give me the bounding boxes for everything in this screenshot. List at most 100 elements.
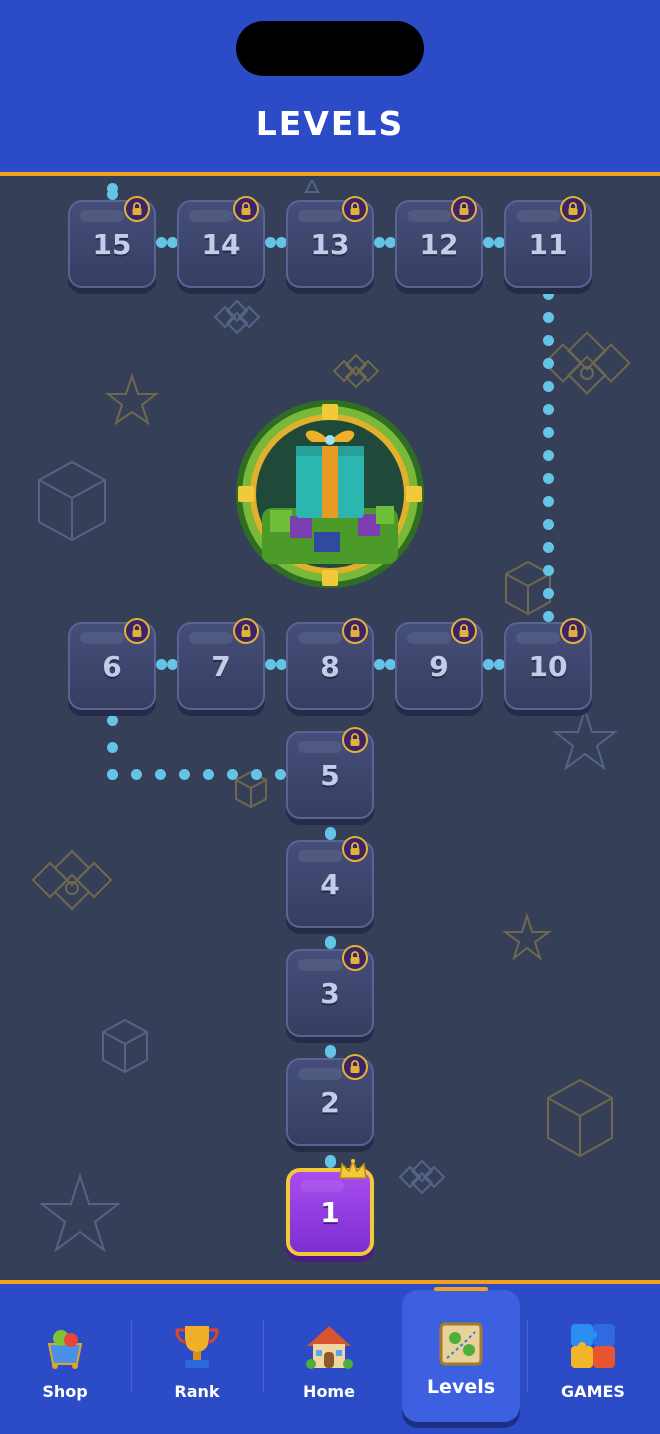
level-tile-2[interactable]: 2	[286, 1054, 374, 1146]
nav-home[interactable]: Home	[270, 1292, 388, 1420]
level-number: 9	[429, 649, 449, 683]
nav-shop[interactable]: Shop	[6, 1292, 124, 1420]
nav-games[interactable]: GAMES	[534, 1292, 652, 1420]
lock-icon	[560, 196, 586, 222]
nav-levels[interactable]: Levels	[402, 1287, 520, 1422]
nav-label: GAMES	[561, 1382, 625, 1401]
lock-icon	[342, 727, 368, 753]
bottom-navigation: Shop Rank Home Levels GAMES	[0, 1280, 660, 1434]
nav-label: Shop	[42, 1382, 88, 1401]
nav-divider	[131, 1320, 132, 1392]
level-tile-6[interactable]: 6	[68, 618, 156, 710]
lock-icon	[233, 618, 259, 644]
level-tile-14[interactable]: 14	[177, 196, 265, 288]
path-dot	[324, 826, 336, 838]
map-icon	[439, 1322, 483, 1366]
lock-icon	[342, 836, 368, 862]
level-number: 3	[320, 976, 340, 1010]
level-tile-3[interactable]: 3	[286, 945, 374, 1037]
level-map[interactable]: 1 2 3 4 5 6 7 8 9 10 11 12 13 14 15	[0, 180, 660, 1280]
path-dot	[106, 768, 118, 780]
path-dot	[166, 236, 178, 248]
nav-divider	[263, 1320, 264, 1392]
path-dot	[542, 449, 554, 461]
path-dot	[106, 741, 118, 753]
path-dot	[542, 288, 554, 300]
lock-icon	[560, 618, 586, 644]
nav-label: Home	[303, 1382, 355, 1401]
level-tile-5[interactable]: 5	[286, 727, 374, 819]
active-tab-indicator	[434, 1287, 488, 1291]
path-dot	[264, 658, 276, 670]
path-dot	[155, 658, 167, 670]
lock-icon	[451, 196, 477, 222]
level-number: 7	[211, 649, 231, 683]
path-dot	[542, 587, 554, 599]
trophy-icon	[175, 1326, 219, 1368]
lock-icon	[342, 945, 368, 971]
level-number: 11	[528, 227, 568, 261]
lock-icon	[451, 618, 477, 644]
level-tile-9[interactable]: 9	[395, 618, 483, 710]
level-number: 1	[320, 1195, 340, 1229]
level-tile-7[interactable]: 7	[177, 618, 265, 710]
path-dot	[275, 236, 287, 248]
path-dot	[178, 768, 190, 780]
level-tile-12[interactable]: 12	[395, 196, 483, 288]
crown-icon	[338, 1158, 368, 1186]
lock-icon	[124, 618, 150, 644]
path-dot	[166, 658, 178, 670]
nav-divider	[527, 1320, 528, 1392]
path-dot	[542, 472, 554, 484]
path-dot	[482, 236, 494, 248]
path-dot	[542, 564, 554, 576]
path-dot	[542, 610, 554, 622]
level-number: 6	[102, 649, 122, 683]
level-number: 10	[528, 649, 568, 683]
path-dot	[542, 357, 554, 369]
path-dot	[373, 658, 385, 670]
path-dot	[384, 658, 396, 670]
level-tile-4[interactable]: 4	[286, 836, 374, 928]
path-dot	[482, 658, 494, 670]
level-number: 12	[419, 227, 459, 261]
path-dot	[373, 236, 385, 248]
path-dot	[226, 768, 238, 780]
level-number: 8	[320, 649, 340, 683]
path-dot	[202, 768, 214, 780]
level-number: 15	[92, 227, 132, 261]
path-dot	[384, 236, 396, 248]
level-tile-10[interactable]: 10	[504, 618, 592, 710]
path-dot	[542, 311, 554, 323]
path-dot	[274, 768, 286, 780]
page-title: LEVELS	[255, 104, 405, 143]
level-number: 5	[320, 758, 340, 792]
level-tile-1[interactable]: 1	[286, 1158, 374, 1256]
path-dot	[154, 768, 166, 780]
lock-icon	[124, 196, 150, 222]
path-dot	[542, 426, 554, 438]
path-dot	[106, 714, 118, 726]
path-dot	[324, 935, 336, 947]
nav-label: Rank	[174, 1382, 220, 1401]
path-dot	[324, 1154, 336, 1166]
level-number: 14	[201, 227, 241, 261]
nav-label: Levels	[426, 1376, 496, 1398]
level-number: 2	[320, 1085, 340, 1119]
level-tile-8[interactable]: 8	[286, 618, 374, 710]
gift-reward-icon[interactable]	[234, 398, 426, 594]
lock-icon	[233, 196, 259, 222]
level-tile-13[interactable]: 13	[286, 196, 374, 288]
level-number: 4	[320, 867, 340, 901]
device-notch	[236, 21, 424, 76]
path-dot	[264, 236, 276, 248]
lock-icon	[342, 618, 368, 644]
path-dot	[493, 658, 505, 670]
puzzle-icon	[571, 1324, 615, 1368]
nav-rank[interactable]: Rank	[138, 1292, 256, 1420]
path-dot	[324, 1044, 336, 1056]
level-tile-15[interactable]: 15	[68, 196, 156, 288]
path-dot	[542, 334, 554, 346]
path-dot	[275, 658, 287, 670]
level-tile-11[interactable]: 11	[504, 196, 592, 288]
